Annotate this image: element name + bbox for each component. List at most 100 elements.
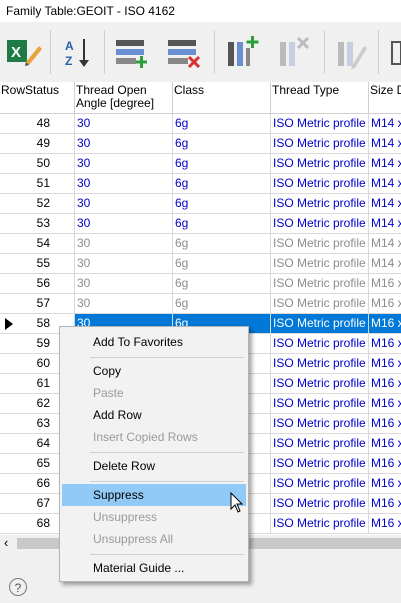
delete-row-button[interactable] <box>164 32 204 72</box>
cell-thread-type[interactable]: ISO Metric profile <box>271 434 369 454</box>
cell-thread-open-angle[interactable]: 30 <box>75 114 173 134</box>
menu-item-add-to-favorites[interactable]: Add To Favorites <box>62 331 246 353</box>
column-header-thread-open-angle[interactable]: Thread Open Angle [degree] <box>75 82 173 114</box>
cell-size[interactable]: M16 x <box>369 354 401 374</box>
cell-thread-type[interactable]: ISO Metric profile <box>271 394 369 414</box>
cell-thread-open-angle[interactable]: 30 <box>75 234 173 254</box>
cell-thread-type[interactable]: ISO Metric profile <box>271 174 369 194</box>
menu-item-suppress[interactable]: Suppress <box>62 484 246 506</box>
cell-thread-type[interactable]: ISO Metric profile <box>271 214 369 234</box>
cell-thread-open-angle[interactable]: 30 <box>75 214 173 234</box>
cell-class[interactable]: 6g <box>173 254 271 274</box>
menu-item-add-row[interactable]: Add Row <box>62 404 246 426</box>
cell-thread-open-angle[interactable]: 30 <box>75 254 173 274</box>
cell-size[interactable]: M16 x <box>369 374 401 394</box>
column-header-thread-type[interactable]: Thread Type <box>271 82 369 114</box>
menu-item-delete-row[interactable]: Delete Row <box>62 455 246 477</box>
cell-size[interactable]: M16 x <box>369 314 401 334</box>
add-column-button[interactable] <box>222 32 262 72</box>
table-row[interactable]: 55 30 6g ISO Metric profile M14 x <box>0 254 401 274</box>
cell-size[interactable]: M16 x <box>369 334 401 354</box>
cell-size[interactable]: M14 x <box>369 134 401 154</box>
row-number-cell[interactable]: 49 <box>0 134 75 154</box>
cell-thread-open-angle[interactable]: 30 <box>75 194 173 214</box>
cell-size[interactable]: M16 x <box>369 514 401 534</box>
cell-size[interactable]: M14 x <box>369 154 401 174</box>
cell-thread-type[interactable]: ISO Metric profile <box>271 234 369 254</box>
row-number-cell[interactable]: 48 <box>0 114 75 134</box>
cell-thread-type[interactable]: ISO Metric profile <box>271 514 369 534</box>
cell-thread-type[interactable]: ISO Metric profile <box>271 334 369 354</box>
cell-thread-type[interactable]: ISO Metric profile <box>271 154 369 174</box>
table-row[interactable]: 54 30 6g ISO Metric profile M14 x <box>0 234 401 254</box>
row-number-cell[interactable]: 55 <box>0 254 75 274</box>
cell-thread-type[interactable]: ISO Metric profile <box>271 194 369 214</box>
cell-class[interactable]: 6g <box>173 154 271 174</box>
cell-thread-type[interactable]: ISO Metric profile <box>271 114 369 134</box>
cell-class[interactable]: 6g <box>173 174 271 194</box>
cell-thread-type[interactable]: ISO Metric profile <box>271 414 369 434</box>
cell-class[interactable]: 6g <box>173 294 271 314</box>
cell-class[interactable]: 6g <box>173 214 271 234</box>
cell-size[interactable]: M16 x <box>369 434 401 454</box>
cell-thread-open-angle[interactable]: 30 <box>75 134 173 154</box>
row-number-cell[interactable]: 50 <box>0 154 75 174</box>
column-header-size[interactable]: Size D <box>369 82 401 114</box>
more-toolbar-button[interactable] <box>386 32 401 72</box>
cell-thread-type[interactable]: ISO Metric profile <box>271 454 369 474</box>
cell-size[interactable]: M16 x <box>369 474 401 494</box>
excel-edit-button[interactable]: X <box>4 32 44 72</box>
cell-class[interactable]: 6g <box>173 234 271 254</box>
cell-size[interactable]: M14 x <box>369 194 401 214</box>
row-number-cell[interactable]: 51 <box>0 174 75 194</box>
cell-thread-open-angle[interactable]: 30 <box>75 274 173 294</box>
table-row[interactable]: 57 30 6g ISO Metric profile M16 x <box>0 294 401 314</box>
cell-thread-type[interactable]: ISO Metric profile <box>271 494 369 514</box>
cell-size[interactable]: M16 x <box>369 494 401 514</box>
row-number-cell[interactable]: 53 <box>0 214 75 234</box>
cell-size[interactable]: M16 x <box>369 274 401 294</box>
cell-thread-open-angle[interactable]: 30 <box>75 294 173 314</box>
cell-size[interactable]: M14 x <box>369 174 401 194</box>
cell-thread-type[interactable]: ISO Metric profile <box>271 354 369 374</box>
table-row[interactable]: 51 30 6g ISO Metric profile M14 x <box>0 174 401 194</box>
row-number-cell[interactable]: 54 <box>0 234 75 254</box>
table-row[interactable]: 48 30 6g ISO Metric profile M14 x <box>0 114 401 134</box>
table-row[interactable]: 56 30 6g ISO Metric profile M16 x <box>0 274 401 294</box>
column-header-row-status[interactable]: RowStatus <box>0 82 75 114</box>
delete-column-button[interactable] <box>274 32 314 72</box>
cell-size[interactable]: M14 x <box>369 234 401 254</box>
cell-size[interactable]: M14 x <box>369 254 401 274</box>
edit-column-button[interactable] <box>332 32 372 72</box>
cell-size[interactable]: M16 x <box>369 294 401 314</box>
column-header-class[interactable]: Class <box>173 82 271 114</box>
cell-class[interactable]: 6g <box>173 194 271 214</box>
cell-thread-type[interactable]: ISO Metric profile <box>271 374 369 394</box>
table-row[interactable]: 52 30 6g ISO Metric profile M14 x <box>0 194 401 214</box>
sort-button[interactable]: A Z <box>58 32 98 72</box>
row-number-cell[interactable]: 57 <box>0 294 75 314</box>
cell-size[interactable]: M16 x <box>369 414 401 434</box>
cell-thread-type[interactable]: ISO Metric profile <box>271 294 369 314</box>
scroll-left-arrow-icon[interactable]: ‹ <box>4 535 8 551</box>
cell-thread-type[interactable]: ISO Metric profile <box>271 254 369 274</box>
cell-size[interactable]: M14 x <box>369 114 401 134</box>
row-number-cell[interactable]: 56 <box>0 274 75 294</box>
menu-item-copy[interactable]: Copy <box>62 360 246 382</box>
cell-size[interactable]: M14 x <box>369 214 401 234</box>
help-icon[interactable]: ? <box>9 578 27 596</box>
cell-thread-type[interactable]: ISO Metric profile <box>271 314 369 334</box>
cell-size[interactable]: M16 x <box>369 454 401 474</box>
cell-thread-type[interactable]: ISO Metric profile <box>271 474 369 494</box>
table-row[interactable]: 50 30 6g ISO Metric profile M14 x <box>0 154 401 174</box>
table-row[interactable]: 53 30 6g ISO Metric profile M14 x <box>0 214 401 234</box>
add-row-button[interactable] <box>112 32 152 72</box>
menu-item-material-guide[interactable]: Material Guide ... <box>62 557 246 579</box>
cell-class[interactable]: 6g <box>173 134 271 154</box>
row-number-cell[interactable]: 52 <box>0 194 75 214</box>
table-row[interactable]: 49 30 6g ISO Metric profile M14 x <box>0 134 401 154</box>
cell-class[interactable]: 6g <box>173 274 271 294</box>
cell-thread-open-angle[interactable]: 30 <box>75 174 173 194</box>
cell-size[interactable]: M16 x <box>369 394 401 414</box>
cell-class[interactable]: 6g <box>173 114 271 134</box>
